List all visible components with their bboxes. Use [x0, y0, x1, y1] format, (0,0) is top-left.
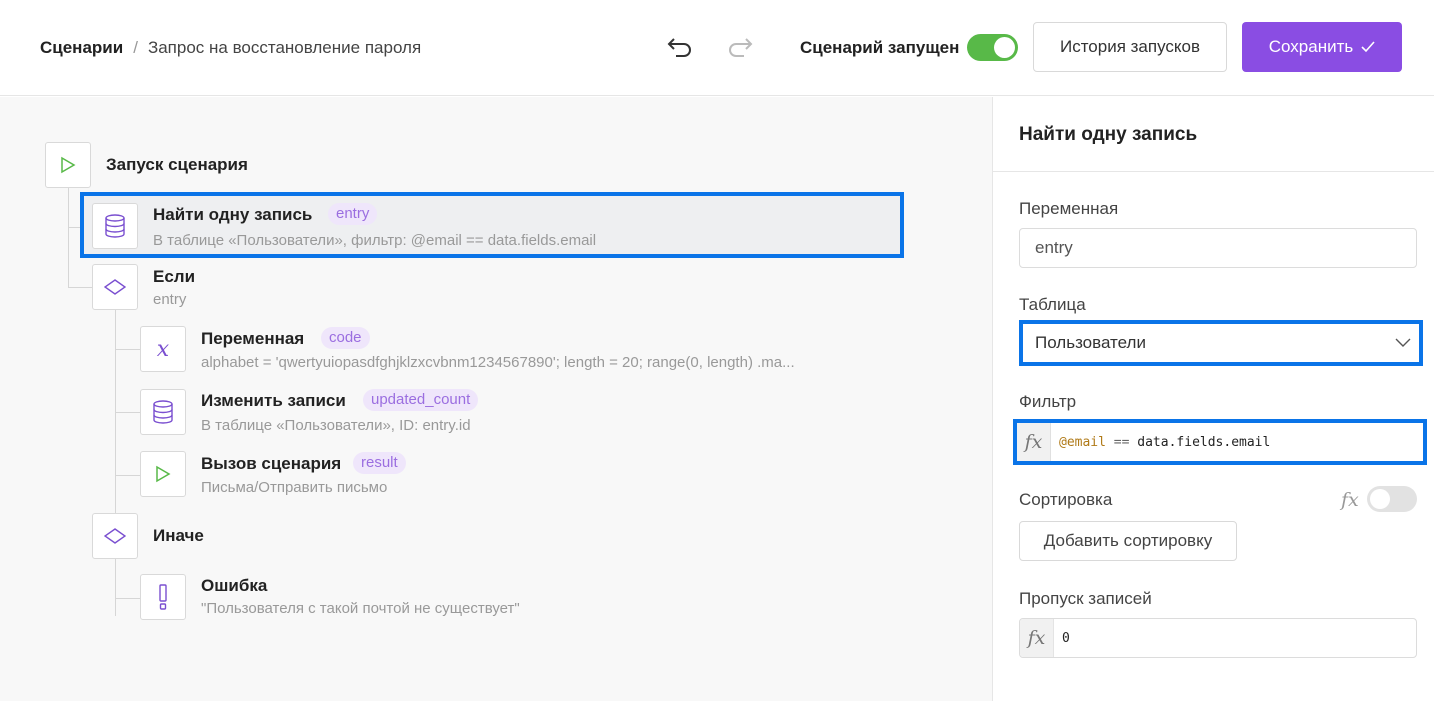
history-button[interactable]: История запусков — [1033, 22, 1227, 72]
save-button[interactable]: Сохранить — [1242, 22, 1402, 72]
node-title: Вызов сценария — [201, 454, 342, 473]
filter-code-operator: == — [1113, 434, 1130, 450]
connector-line — [68, 287, 92, 288]
connector-line — [115, 598, 140, 599]
fx-icon: fx — [1020, 619, 1054, 657]
play-icon — [140, 451, 186, 497]
redo-icon — [729, 38, 753, 57]
save-button-label: Сохранить — [1268, 37, 1354, 56]
filter-code-value: data.fields.email — [1137, 434, 1271, 450]
node-title: Изменить записи — [201, 391, 346, 410]
node-tag: updated_count — [363, 389, 479, 411]
panel-title: Найти одну запись — [1019, 124, 1198, 145]
chevron-down-icon — [1395, 338, 1411, 347]
diamond-icon — [92, 264, 138, 310]
connector-line — [68, 187, 69, 287]
breadcrumb-current: Запрос на восстановление пароля — [147, 38, 422, 57]
sort-formula-toggle[interactable] — [1367, 486, 1417, 512]
play-icon — [45, 142, 91, 188]
breadcrumb-root-link[interactable]: Сценарии — [40, 38, 123, 58]
node-subtitle: alphabet = 'qwertyuiopasdfghjklzxcvbnm12… — [201, 354, 795, 371]
panel-divider — [993, 171, 1434, 172]
connector-line — [115, 475, 140, 476]
toggle-knob — [994, 37, 1015, 58]
node-title: Запуск сценария — [106, 155, 248, 174]
table-select[interactable]: Пользователи — [1019, 320, 1423, 366]
node-subtitle: В таблице «Пользователи», фильтр: @email… — [153, 232, 597, 249]
table-select-value: Пользователи — [1035, 333, 1146, 352]
properties-panel: Найти одну запись Переменная entry Табли… — [992, 97, 1434, 701]
node-title: Ошибка — [201, 576, 268, 595]
skip-input[interactable]: fx 0 — [1019, 618, 1417, 658]
variable-input-value: entry — [1035, 238, 1073, 257]
variable-icon: x — [140, 326, 186, 372]
filter-code: @email == data.fields.email — [1059, 435, 1270, 450]
table-label: Таблица — [1019, 295, 1086, 314]
connector-line — [115, 349, 140, 350]
sort-label: Сортировка — [1019, 490, 1113, 509]
filter-code-variable: @email — [1059, 434, 1106, 450]
run-toggle[interactable] — [967, 34, 1018, 61]
connector-line — [115, 412, 140, 413]
node-tag: result — [353, 452, 406, 474]
node-subtitle: Письма/Отправить письмо — [201, 479, 388, 496]
node-title: Если — [153, 267, 196, 286]
node-title: Иначе — [153, 526, 204, 545]
skip-label: Пропуск записей — [1019, 589, 1152, 608]
undo-icon — [667, 38, 691, 57]
database-icon — [140, 389, 186, 435]
diamond-icon — [92, 513, 138, 559]
top-bar: Сценарии / Запрос на восстановление паро… — [0, 0, 1434, 96]
node-tag: entry — [328, 203, 378, 225]
undo-button[interactable] — [665, 32, 695, 62]
node-subtitle: "Пользователя с такой почтой не существу… — [201, 600, 520, 617]
connector-line — [115, 559, 116, 599]
database-icon — [92, 203, 138, 249]
node-subtitle: entry — [153, 291, 187, 308]
skip-input-value: 0 — [1062, 630, 1070, 646]
variable-input[interactable]: entry — [1019, 228, 1417, 268]
node-tag: code — [321, 327, 370, 349]
redo-button[interactable] — [725, 32, 755, 62]
node-title: Переменная — [201, 329, 305, 348]
toggle-knob — [1370, 489, 1390, 509]
filter-label: Фильтр — [1019, 392, 1077, 411]
run-status-label: Сценарий запущен — [800, 38, 960, 57]
filter-input[interactable]: fx @email == data.fields.email — [1013, 419, 1427, 465]
node-title: Найти одну запись — [153, 205, 313, 224]
check-icon — [1361, 41, 1375, 53]
variable-label: Переменная — [1019, 199, 1119, 218]
add-sort-button[interactable]: Добавить сортировку — [1019, 521, 1237, 561]
node-subtitle: В таблице «Пользователи», ID: entry.id — [201, 417, 471, 434]
breadcrumb-separator: / — [133, 38, 138, 57]
exclamation-icon — [140, 574, 186, 620]
sort-fx-icon[interactable]: fx — [1341, 489, 1359, 511]
fx-icon: fx — [1017, 423, 1051, 461]
flow-canvas: Запуск сценария Найти одну запись entry … — [0, 97, 992, 701]
breadcrumb: Сценарии / Запрос на восстановление паро… — [40, 38, 421, 58]
